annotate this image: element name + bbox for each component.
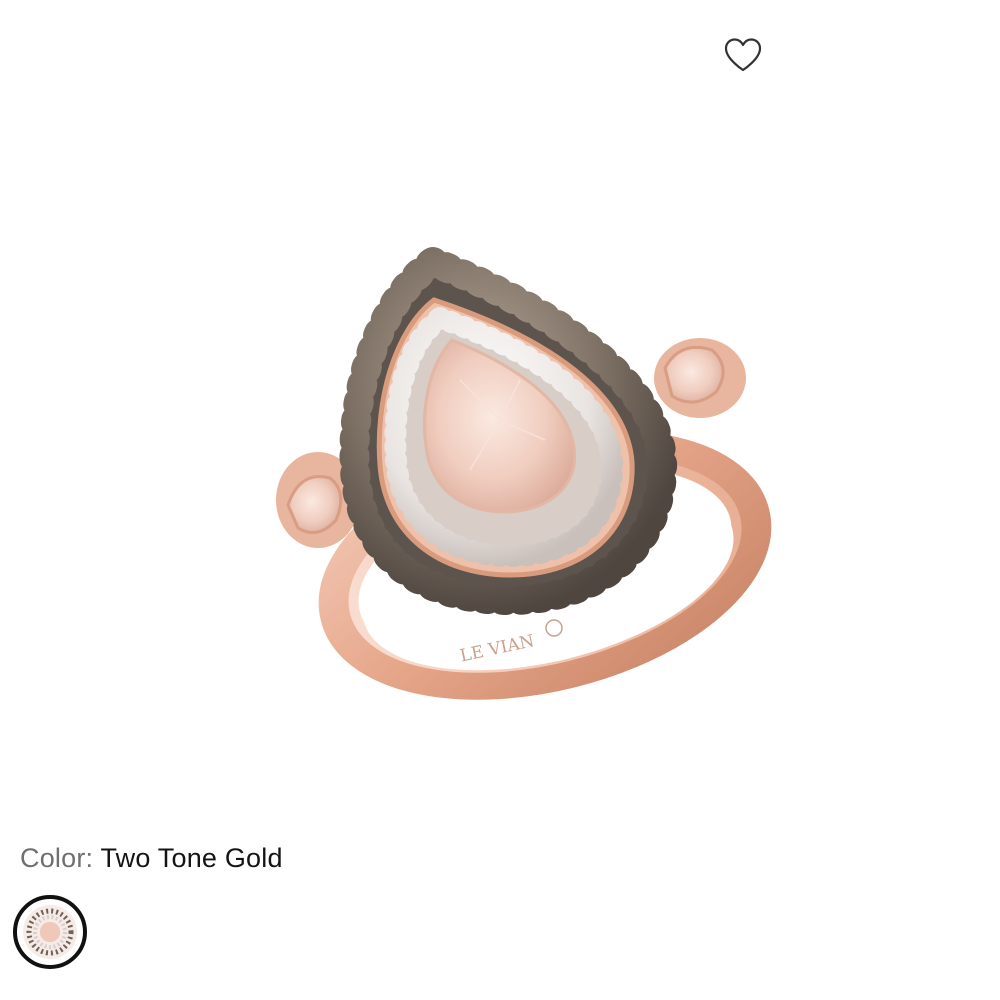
selected-color-value: Two Tone Gold	[100, 843, 283, 873]
color-label: Color:	[20, 843, 94, 873]
color-selector: Color: Two Tone Gold	[20, 838, 283, 878]
color-swatch-two-tone-gold[interactable]	[12, 894, 88, 970]
side-stone-right	[654, 338, 746, 418]
favorite-button[interactable]	[720, 34, 766, 76]
heart-outline-icon	[724, 38, 762, 72]
product-image: LE VIAN	[276, 245, 772, 700]
swatch-thumbnail	[13, 895, 87, 969]
